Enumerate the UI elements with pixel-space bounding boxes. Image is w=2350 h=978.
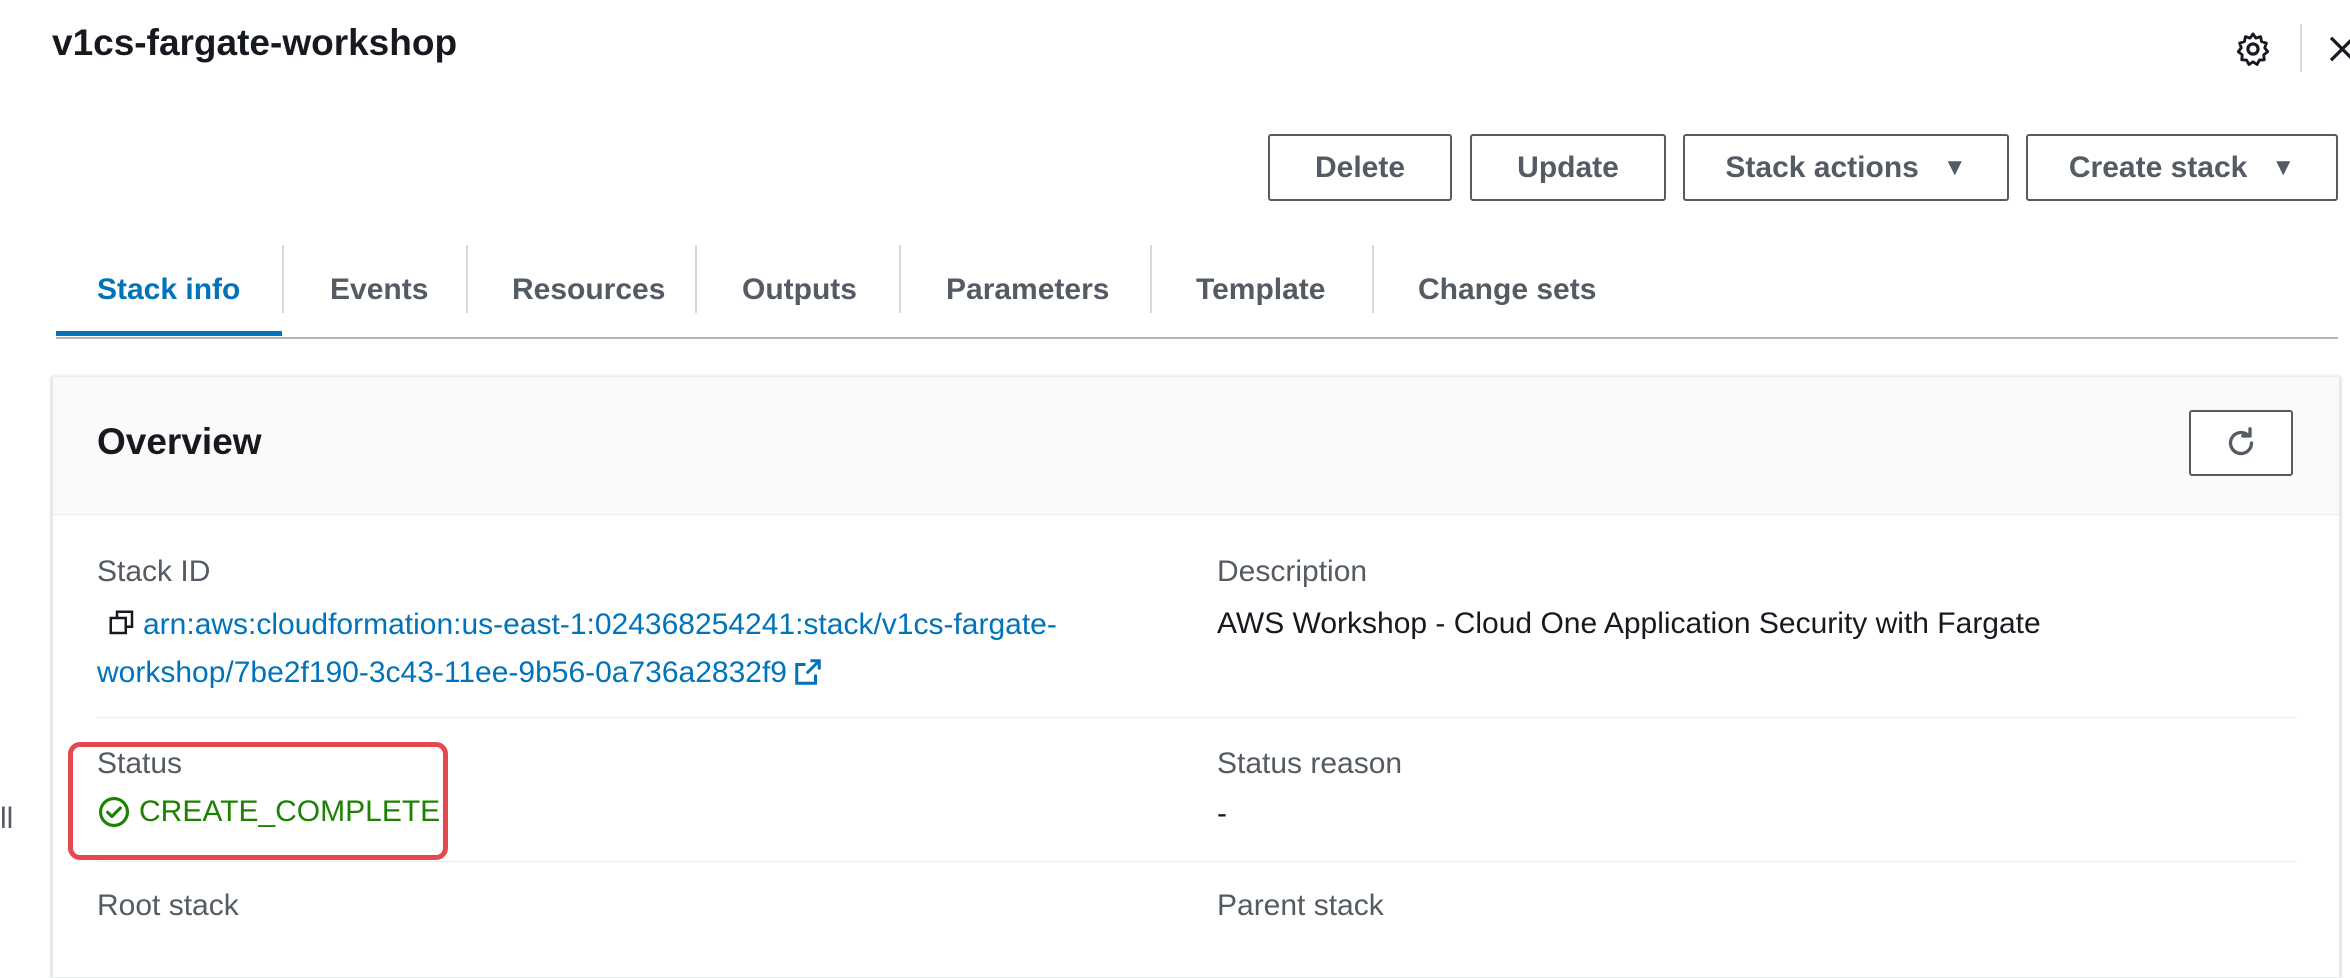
stack-id-label: Stack ID — [97, 555, 211, 588]
status-reason-value: - — [1217, 797, 1227, 830]
caret-down-icon: ▼ — [1942, 153, 1967, 181]
create-stack-dropdown[interactable]: Create stack ▼ — [2026, 134, 2338, 201]
update-button-label: Update — [1517, 150, 1619, 184]
close-icon[interactable] — [2326, 30, 2350, 68]
refresh-button[interactable] — [2189, 410, 2293, 476]
root-stack-label: Root stack — [97, 889, 239, 922]
tab-parameters[interactable]: Parameters — [946, 245, 1109, 335]
caret-down-icon: ▼ — [2271, 153, 2296, 181]
tab-separator — [899, 245, 901, 313]
active-tab-indicator — [56, 331, 282, 336]
side-handle: ll — [0, 802, 14, 835]
create-stack-label: Create stack — [2068, 150, 2248, 184]
tab-bar: Stack info Events Resources Outputs Para… — [56, 245, 2338, 339]
stack-actions-label: Stack actions — [1725, 150, 1919, 184]
tab-outputs[interactable]: Outputs — [742, 245, 857, 335]
tab-template[interactable]: Template — [1196, 245, 1325, 335]
stack-actions-dropdown[interactable]: Stack actions ▼ — [1683, 134, 2009, 201]
update-button[interactable]: Update — [1470, 134, 1666, 201]
copy-icon[interactable] — [107, 608, 137, 638]
overview-panel: Overview Stack ID arn:aws:cloudformation… — [52, 376, 2340, 978]
overview-header: Overview — [53, 377, 2339, 515]
status-reason-label: Status reason — [1217, 747, 1403, 780]
tab-separator — [1150, 245, 1152, 313]
parent-stack-label: Parent stack — [1217, 889, 1384, 922]
status-highlight-box — [68, 742, 448, 860]
description-label: Description — [1217, 555, 1368, 588]
tab-separator — [1372, 245, 1374, 313]
header-divider — [2300, 24, 2302, 72]
description-value: AWS Workshop - Cloud One Application Sec… — [1217, 607, 2041, 640]
settings-icon[interactable] — [2234, 30, 2272, 68]
stack-id-link[interactable]: arn:aws:cloudformation:us-east-1:0243682… — [97, 608, 1057, 689]
tab-stack-info[interactable]: Stack info — [97, 245, 240, 335]
tab-separator — [466, 245, 468, 313]
tab-resources[interactable]: Resources — [512, 245, 665, 335]
tab-change-sets[interactable]: Change sets — [1418, 245, 1596, 335]
tab-separator — [695, 245, 697, 313]
overview-title: Overview — [97, 421, 262, 462]
row-divider — [97, 717, 2297, 718]
external-link-icon[interactable] — [793, 657, 823, 687]
delete-button-label: Delete — [1314, 150, 1406, 184]
tab-separator — [282, 245, 284, 313]
refresh-icon — [2228, 427, 2254, 456]
delete-button[interactable]: Delete — [1268, 134, 1452, 201]
tab-events[interactable]: Events — [330, 245, 428, 335]
row-divider — [97, 861, 2297, 862]
stack-id-value: arn:aws:cloudformation:us-east-1:0243682… — [97, 601, 1197, 697]
page-title: v1cs-fargate-workshop — [52, 22, 458, 63]
